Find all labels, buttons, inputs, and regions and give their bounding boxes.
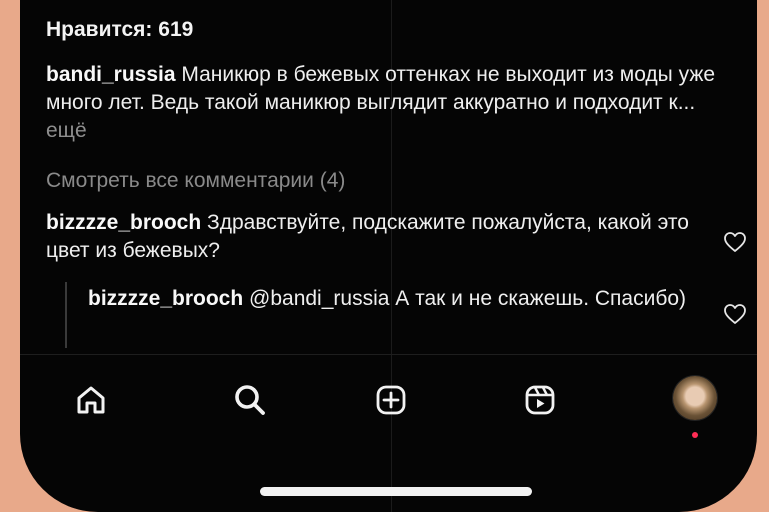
home-icon[interactable]: [75, 384, 107, 416]
create-post-icon[interactable]: [375, 384, 407, 416]
like-comment-heart-icon[interactable]: [723, 231, 747, 253]
post-caption: bandi_russia Маникюр в бежевых оттенках …: [46, 61, 736, 145]
more-link[interactable]: ещё: [46, 119, 87, 142]
like-reply-heart-icon[interactable]: [723, 303, 747, 325]
reply-comment-item: bizzzze_brooch @bandi_russia А так и не …: [88, 285, 688, 313]
search-icon[interactable]: [233, 383, 267, 417]
notification-dot: [692, 432, 698, 438]
likes-count[interactable]: Нравится: 619: [46, 18, 193, 42]
reply-thread-line: [65, 282, 67, 348]
caption-username[interactable]: bandi_russia: [46, 63, 176, 86]
comment-username[interactable]: bizzzze_brooch: [46, 211, 201, 234]
reply-username[interactable]: bizzzze_brooch: [88, 287, 243, 310]
reply-text: @bandi_russia А так и не скажешь. Спасиб…: [243, 287, 687, 310]
profile-avatar[interactable]: [673, 376, 717, 420]
reels-icon[interactable]: [524, 384, 556, 416]
home-indicator[interactable]: [260, 487, 532, 496]
phone-screen: Нравится: 619 bandi_russia Маникюр в беж…: [20, 0, 757, 512]
view-all-comments-link[interactable]: Смотреть все комментарии (4): [46, 169, 345, 193]
comment-item: bizzzze_brooch Здравствуйте, подскажите …: [46, 209, 696, 265]
nav-divider: [20, 354, 757, 355]
